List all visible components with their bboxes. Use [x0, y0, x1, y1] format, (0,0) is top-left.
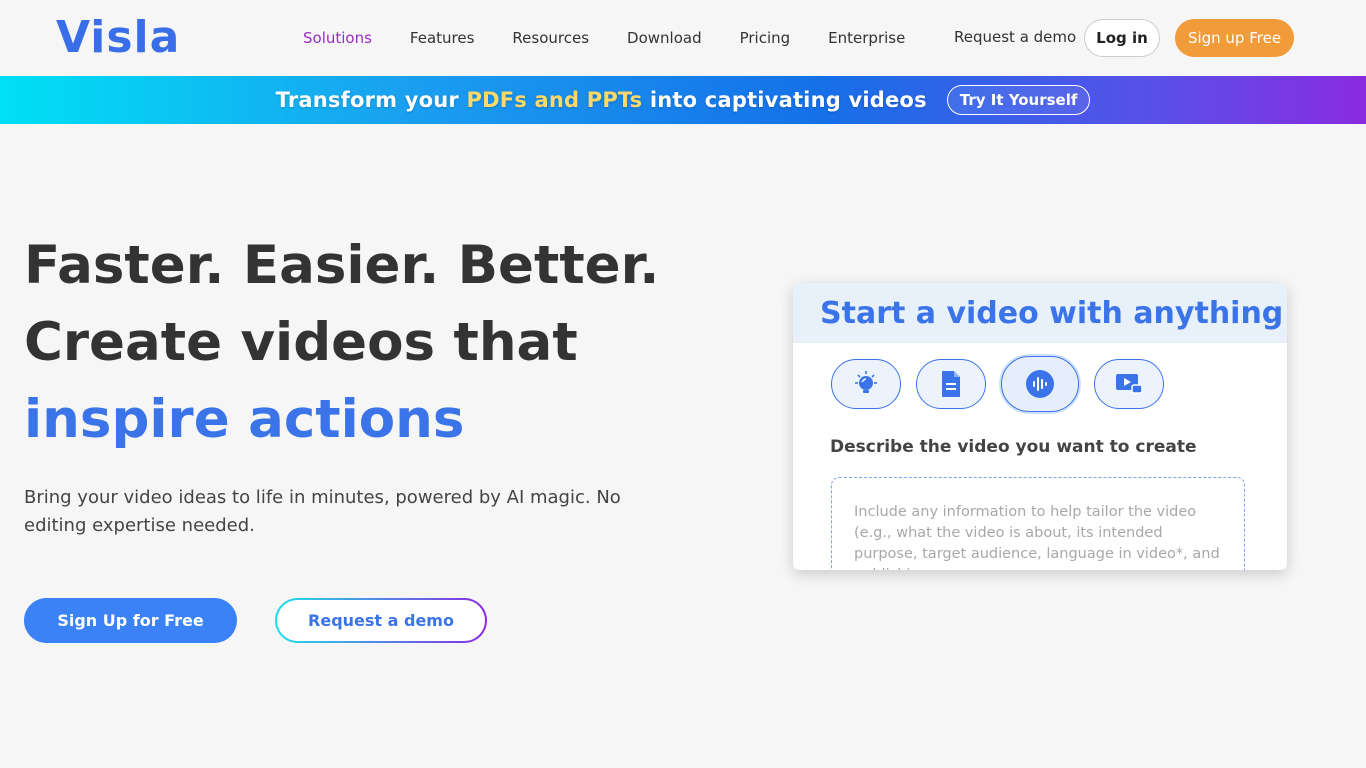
nav-features[interactable]: Features: [391, 29, 494, 47]
main-nav: Solutions Features Resources Download Pr…: [284, 0, 924, 76]
hero-subtext: Bring your video ideas to life in minute…: [24, 487, 621, 536]
screen-record-option[interactable]: [1094, 359, 1164, 409]
input-type-selector: [831, 356, 1164, 412]
nav-enterprise[interactable]: Enterprise: [809, 29, 924, 47]
try-it-yourself-button[interactable]: Try It Yourself: [946, 85, 1091, 115]
request-demo-link[interactable]: Request a demo: [954, 28, 1076, 46]
hero-headline-1: Faster. Easier. Better.: [24, 235, 660, 296]
document-icon: [942, 371, 960, 397]
nav-download[interactable]: Download: [608, 29, 721, 47]
promo-banner: Transform your PDFs and PPTs into captiv…: [0, 76, 1366, 124]
hero-headline-2: Create videos that: [24, 312, 578, 373]
sign-up-free-button[interactable]: Sign Up for Free: [24, 598, 237, 643]
card-title: Start a video with anything: [820, 295, 1284, 331]
video-description-input[interactable]: Include any information to help tailor t…: [831, 477, 1245, 570]
banner-text-before: Transform your: [275, 88, 467, 112]
audio-icon: [1026, 370, 1054, 398]
audio-option[interactable]: [1001, 356, 1079, 412]
banner-text-after: into captivating videos: [642, 88, 927, 112]
screen-record-icon: [1116, 374, 1143, 394]
prompt-label: Describe the video you want to create: [830, 437, 1197, 457]
visla-logo[interactable]: Visla: [56, 12, 180, 64]
signup-button[interactable]: Sign up Free: [1175, 19, 1294, 57]
site-header: Visla Solutions Features Resources Downl…: [0, 0, 1366, 76]
nav-pricing[interactable]: Pricing: [721, 29, 810, 47]
idea-option[interactable]: [831, 359, 901, 409]
nav-resources[interactable]: Resources: [493, 29, 608, 47]
banner-highlight: PDFs and PPTs: [466, 88, 643, 112]
start-video-card: Start a video with anything Describe the…: [793, 283, 1287, 570]
document-option[interactable]: [916, 359, 986, 409]
lightbulb-icon: [855, 371, 877, 393]
request-demo-button-label: Request a demo: [277, 600, 485, 641]
request-demo-button[interactable]: Request a demo: [275, 598, 487, 643]
login-button[interactable]: Log in: [1084, 19, 1160, 57]
banner-text: Transform your PDFs and PPTs into captiv…: [276, 88, 927, 112]
hero-headline-3: inspire actions: [24, 389, 465, 450]
nav-solutions[interactable]: Solutions: [284, 29, 391, 47]
card-header: Start a video with anything: [793, 283, 1287, 343]
